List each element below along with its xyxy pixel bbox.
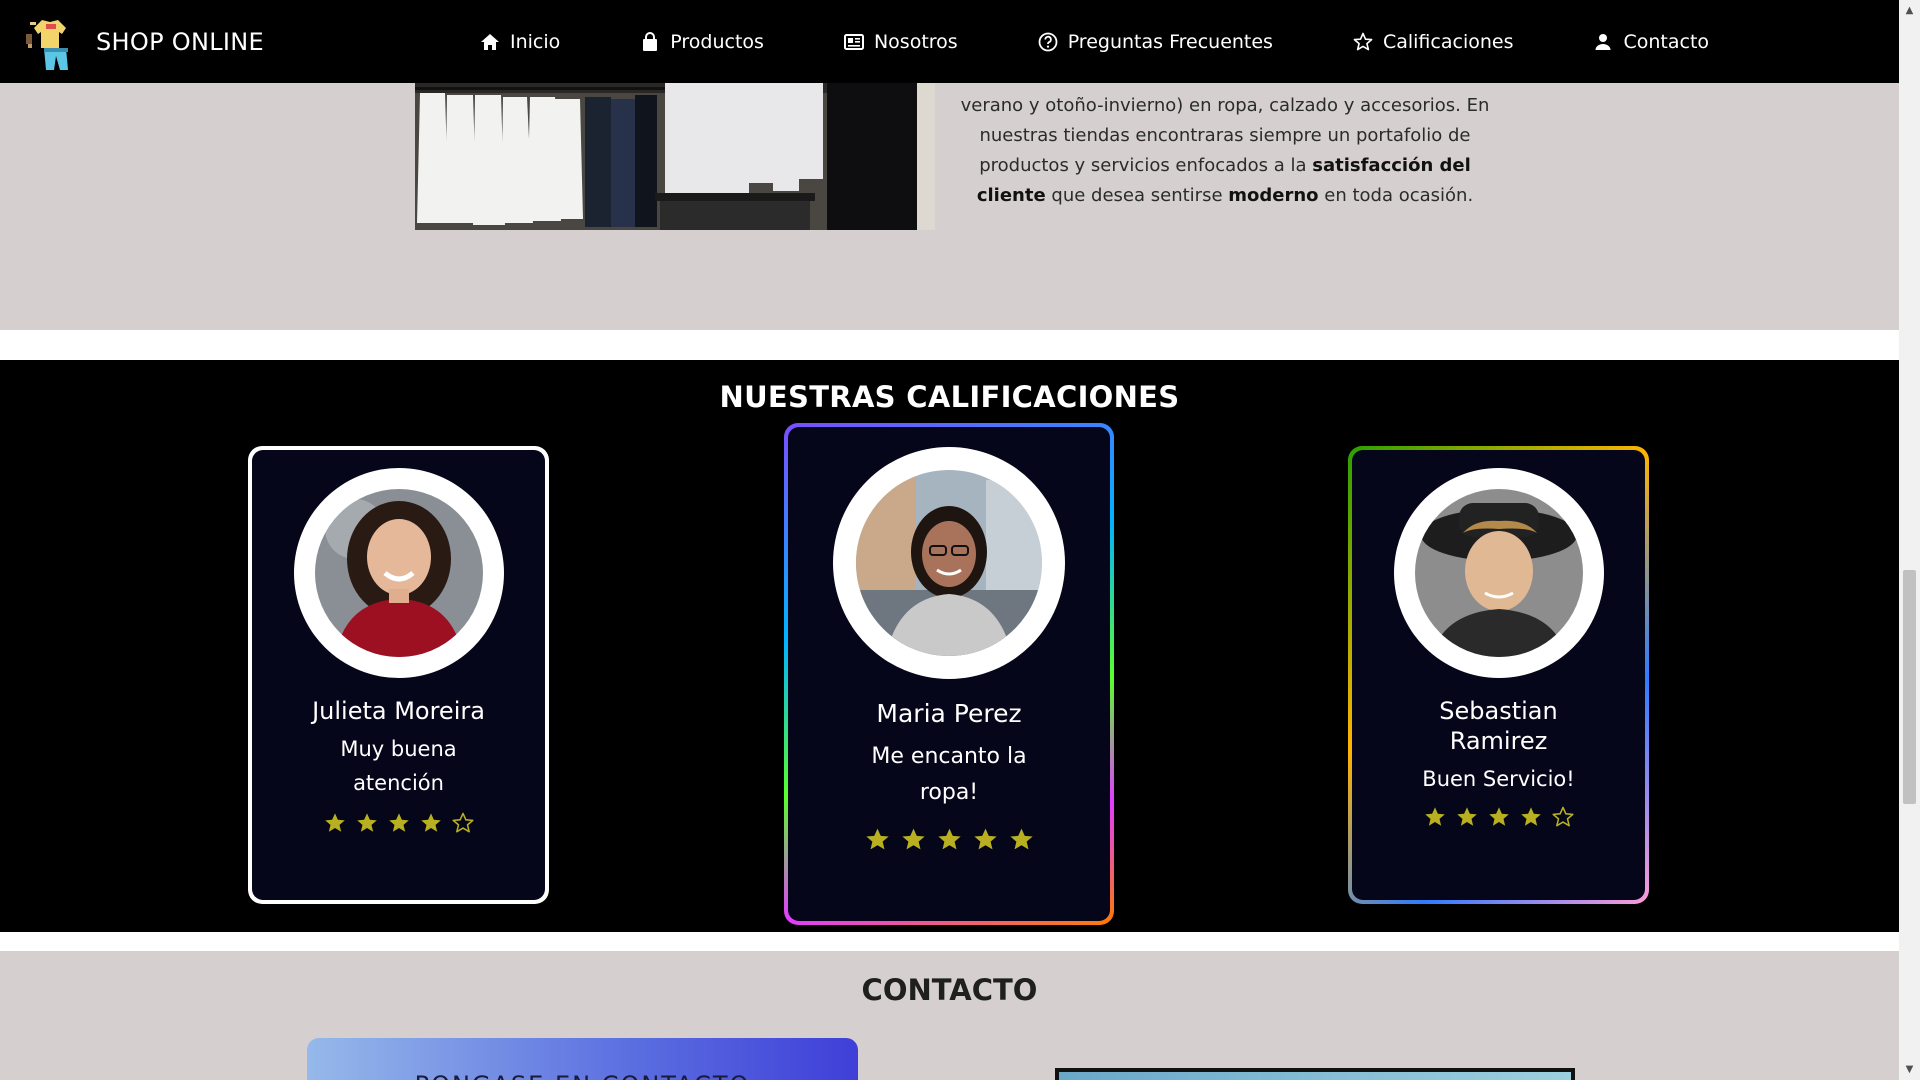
nav-item-calificaciones[interactable]: Calificaciones (1353, 30, 1514, 53)
map-embed[interactable] (1055, 1068, 1575, 1080)
star-filled-icon (420, 812, 442, 834)
nav-label-inicio: Inicio (510, 30, 561, 53)
contact-form-card: PONGASE EN CONTACTO (307, 1038, 858, 1080)
nav-item-nosotros[interactable]: Nosotros (843, 30, 958, 53)
rating-card-body: Maria Perez Me encanto la ropa! (788, 427, 1110, 921)
nav-menu: Inicio Productos Nosotros Preguntas Frec… (480, 31, 1709, 53)
star-empty-icon (1551, 806, 1574, 828)
star-filled-icon (1456, 806, 1478, 828)
star-filled-icon (865, 827, 890, 852)
nav-label-contacto: Contacto (1623, 30, 1710, 53)
star-filled-icon (1009, 827, 1034, 852)
star-filled-icon (356, 812, 378, 834)
store-photo (415, 83, 935, 230)
rating-card-body: Sebastian Ramirez Buen Servicio! (1352, 450, 1645, 900)
about-section: verano y otoño-invierno) en ropa, calzad… (0, 83, 1899, 330)
star-rating (865, 827, 1034, 852)
rating-card: Julieta Moreira Muy buena atención (248, 446, 549, 904)
rating-card: Sebastian Ramirez Buen Servicio! (1348, 446, 1649, 904)
question-circle-icon (1038, 32, 1058, 52)
ratings-title: NUESTRAS CALIFICACIONES (719, 380, 1180, 414)
star-filled-icon (973, 827, 998, 852)
star-filled-icon (1424, 806, 1446, 828)
review-comment: Buen Servicio! (1422, 767, 1575, 791)
nav-item-inicio[interactable]: Inicio (480, 31, 560, 53)
contact-title: CONTACTO (861, 973, 1038, 1007)
star-empty-icon (451, 812, 474, 834)
home-icon (480, 32, 500, 52)
nav-item-contacto[interactable]: Contacto (1593, 31, 1709, 53)
star-filled-icon (937, 827, 962, 852)
avatar-ring (1393, 468, 1604, 678)
page-scrollbar[interactable]: ▲ ▼ (1899, 0, 1920, 1080)
reviewer-name: Maria Perez (876, 699, 1022, 728)
scroll-up-arrow-icon[interactable]: ▲ (1899, 0, 1920, 21)
shop-logo-icon (24, 14, 78, 70)
nav-label-calificaciones: Calificaciones (1382, 30, 1514, 53)
about-bold-fragment: cliente (976, 185, 1046, 206)
review-comment: Me encanto la ropa! (871, 744, 1027, 805)
star-filled-icon (1488, 806, 1510, 828)
scroll-down-arrow-icon[interactable]: ▼ (1899, 1059, 1920, 1080)
about-text-fragment: en toda ocasión. (1318, 185, 1474, 206)
about-bold-fragment: moderno (1228, 185, 1319, 206)
nav-item-productos[interactable]: Productos (640, 31, 764, 53)
about-bold-fragment: satisfacción del (1312, 155, 1471, 176)
avatar-ring (833, 447, 1065, 679)
avatar (314, 489, 483, 657)
about-description: verano y otoño-invierno) en ropa, calzad… (960, 91, 1490, 211)
brand[interactable]: SHOP ONLINE (24, 14, 444, 70)
ratings-section: NUESTRAS CALIFICACIONES Julieta Moreira … (0, 360, 1899, 932)
navbar: SHOP ONLINE Inicio Productos Nosotros Pr… (0, 0, 1899, 83)
star-filled-icon (901, 827, 926, 852)
reviewer-name: Sebastian Ramirez (1439, 697, 1558, 755)
contact-form-title: PONGASE EN CONTACTO (307, 1071, 858, 1080)
scroll-thumb[interactable] (1903, 570, 1916, 804)
rating-card-featured: Maria Perez Me encanto la ropa! (784, 423, 1114, 925)
id-card-icon (843, 32, 864, 52)
section-divider (0, 330, 1899, 360)
about-line: productos y servicios enfocados a la sat… (960, 151, 1490, 181)
nav-label-nosotros: Nosotros (873, 30, 958, 53)
nav-item-preguntas-frecuentes[interactable]: Preguntas Frecuentes (1038, 31, 1273, 53)
shopping-bag-icon (640, 31, 660, 52)
star-filled-icon (388, 812, 410, 834)
star-rating (324, 812, 474, 834)
avatar-ring (293, 468, 504, 678)
star-outline-icon (1353, 32, 1373, 52)
nav-label-productos: Productos (670, 30, 764, 53)
about-text-fragment: productos y servicios enfocados a la (979, 155, 1313, 176)
brand-name: SHOP ONLINE (96, 27, 264, 56)
about-line: nuestras tiendas encontraras siempre un … (979, 125, 1471, 146)
map-preview (1059, 1072, 1571, 1080)
section-divider (0, 932, 1899, 951)
review-comment: Muy buena atención (340, 737, 457, 795)
star-filled-icon (324, 812, 346, 834)
avatar (1414, 489, 1583, 657)
star-rating (1424, 806, 1574, 828)
user-icon (1593, 32, 1613, 52)
about-text-fragment: que desea sentirse (1045, 185, 1229, 206)
about-line: verano y otoño-invierno) en ropa, calzad… (960, 95, 1490, 116)
rating-card-body: Julieta Moreira Muy buena atención (252, 450, 545, 900)
avatar (856, 470, 1042, 656)
star-filled-icon (1520, 806, 1542, 828)
contact-section: CONTACTO PONGASE EN CONTACTO (0, 951, 1899, 1080)
nav-label-preguntas-frecuentes: Preguntas Frecuentes (1067, 30, 1273, 53)
reviewer-name: Julieta Moreira (312, 697, 485, 725)
about-line: cliente que desea sentirse moderno en to… (960, 181, 1490, 211)
